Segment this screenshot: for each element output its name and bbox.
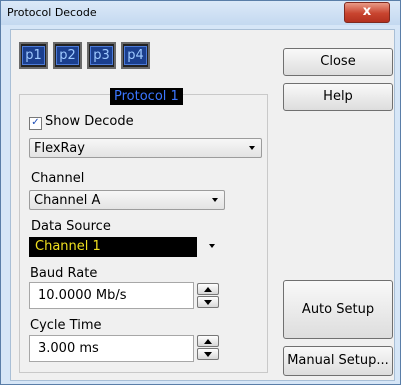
channel-label: Channel	[31, 171, 85, 186]
close-button[interactable]: Close	[283, 48, 393, 76]
data-source-value: Channel 1	[35, 239, 101, 254]
chevron-down-icon	[212, 198, 218, 202]
help-button[interactable]: Help	[283, 83, 393, 111]
protocol-tabs: p1 p2 p3 p4	[19, 42, 150, 69]
cycle-time-label: Cycle Time	[30, 318, 102, 333]
baud-rate-spinner[interactable]	[197, 283, 219, 308]
tab-p3[interactable]: p3	[87, 42, 116, 69]
tab-p2[interactable]: p2	[53, 42, 82, 69]
data-source-select[interactable]: Channel 1	[29, 237, 197, 257]
baud-rate-label: Baud Rate	[30, 266, 98, 281]
baud-rate-down-arrow-icon[interactable]	[197, 296, 219, 308]
channel-select[interactable]: Channel A	[29, 190, 225, 210]
show-decode-checkbox[interactable]: ✓	[29, 117, 42, 130]
window-close-button[interactable]: x	[344, 2, 390, 23]
baud-rate-value: 10.0000 Mb/s	[38, 288, 127, 303]
cycle-time-spinner[interactable]	[197, 335, 219, 360]
title-bar: Protocol Decode x	[1, 1, 400, 25]
window-title: Protocol Decode	[7, 6, 97, 19]
channel-select-value: Channel A	[34, 193, 101, 208]
chevron-down-icon[interactable]	[209, 244, 215, 248]
data-source-label: Data Source	[31, 219, 111, 234]
cycle-time-value: 3.000 ms	[38, 341, 99, 356]
chevron-down-icon	[249, 146, 255, 150]
cycle-time-down-arrow-icon[interactable]	[197, 348, 219, 360]
protocol-select[interactable]: FlexRay	[29, 138, 262, 158]
cycle-time-up-arrow-icon[interactable]	[197, 335, 219, 347]
baud-rate-up-arrow-icon[interactable]	[197, 283, 219, 295]
cycle-time-input[interactable]: 3.000 ms	[29, 335, 194, 362]
tab-p4[interactable]: p4	[121, 42, 150, 69]
manual-setup-button[interactable]: Manual Setup...	[283, 346, 393, 376]
tab-p1[interactable]: p1	[19, 42, 48, 69]
auto-setup-button[interactable]: Auto Setup	[283, 280, 393, 339]
show-decode-label: Show Decode	[45, 114, 134, 129]
protocol-decode-dialog: Protocol Decode x p1 p2 p3 p4 Protocol 1…	[0, 0, 401, 385]
protocol-group-label: Protocol 1	[110, 88, 183, 105]
baud-rate-input[interactable]: 10.0000 Mb/s	[29, 282, 194, 309]
protocol-select-value: FlexRay	[34, 141, 85, 156]
